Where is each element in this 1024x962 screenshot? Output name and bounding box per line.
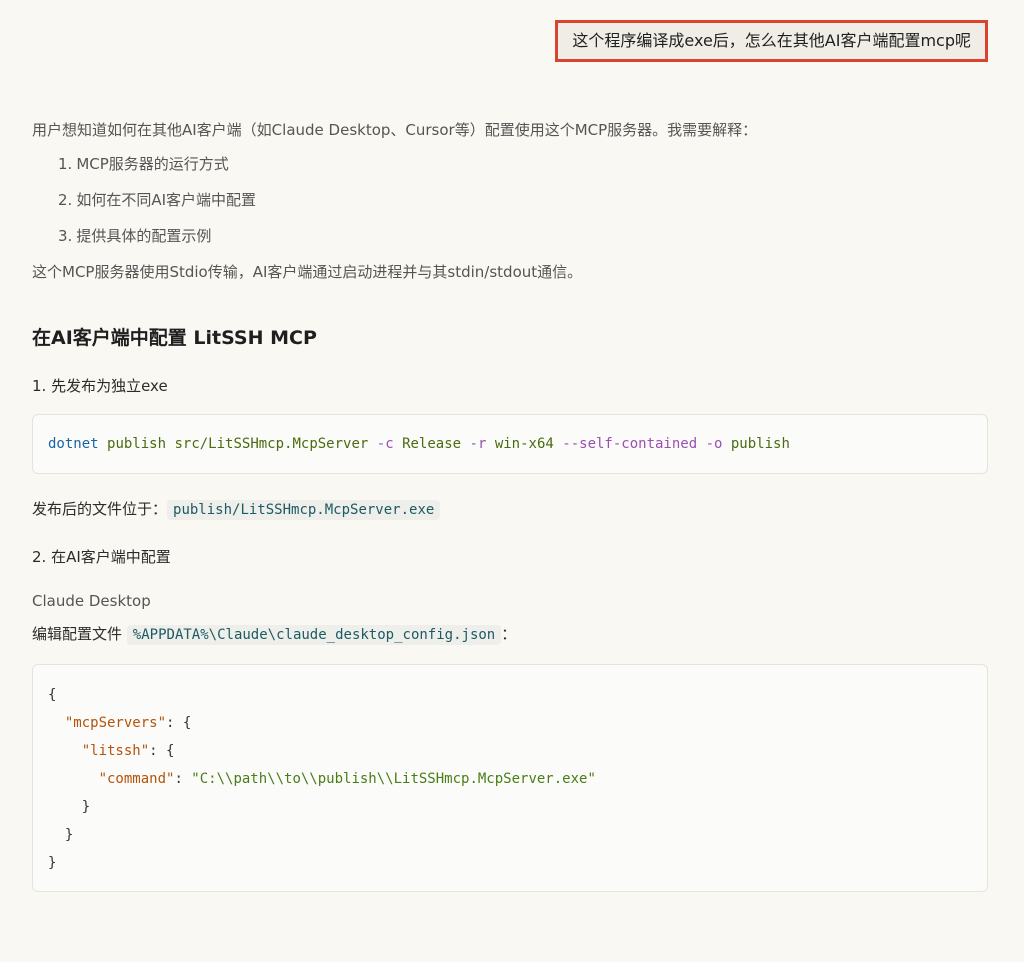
published-path-code: publish/LitSSHmcp.McpServer.exe [167,500,441,520]
list-item: 3. 提供具体的配置示例 [58,227,212,245]
step-2-label: 2. 在AI客户端中配置 [32,548,171,566]
thinking-list: 1. MCP服务器的运行方式 2. 如何在不同AI客户端中配置 3. 提供具体的配置示… [58,152,988,248]
assistant-response: 用户想知道如何在其他AI客户端（如Claude Desktop、Cursor等）… [32,118,988,892]
list-item: 1. MCP服务器的运行方式 [58,155,229,173]
section-heading: 在AI客户端中配置 LitSSH MCP [32,327,317,349]
published-location: 发布后的文件位于： publish/LitSSHmcp.McpServer.exe [32,496,988,523]
thinking-summary: 这个MCP服务器使用Stdio传输，AI客户端通过启动进程并与其stdin/st… [32,263,583,281]
list-item: 2. 如何在不同AI客户端中配置 [58,191,256,209]
user-message-bubble[interactable]: 这个程序编译成exe后，怎么在其他AI客户端配置mcp呢 [555,20,988,62]
client-name: Claude Desktop [32,592,151,610]
chat-page: 这个程序编译成exe后，怎么在其他AI客户端配置mcp呢 用户想知道如何在其他A… [0,0,1024,962]
config-json-code-block[interactable]: { "mcpServers": { "litssh": { "command":… [32,664,988,892]
publish-code-block[interactable]: dotnet publish src/LitSSHmcp.McpServer -… [32,414,988,474]
thinking-intro: 用户想知道如何在其他AI客户端（如Claude Desktop、Cursor等）… [32,121,758,139]
step-1-label: 1. 先发布为独立exe [32,377,168,395]
thinking-section: 用户想知道如何在其他AI客户端（如Claude Desktop、Cursor等）… [32,118,988,284]
edit-config-line: 编辑配置文件 %APPDATA%\Claude\claude_desktop_c… [32,625,517,645]
config-path-code: %APPDATA%\Claude\claude_desktop_config.j… [126,625,502,645]
user-message-container: 这个程序编译成exe后，怎么在其他AI客户端配置mcp呢 [555,20,988,62]
